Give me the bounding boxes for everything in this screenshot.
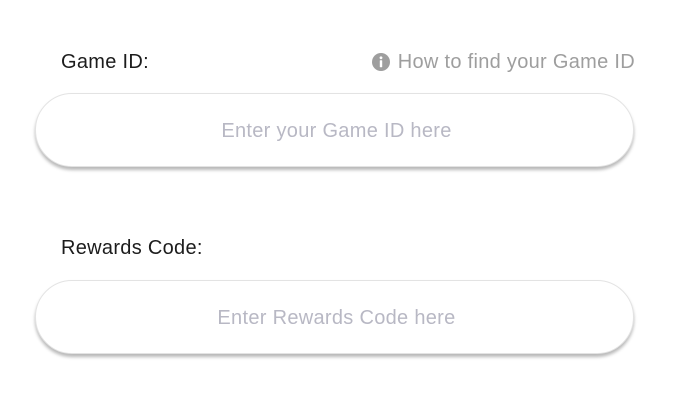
help-link-text: How to find your Game ID [397,51,635,73]
game-id-input[interactable] [36,94,637,168]
rewards-code-label: Rewards Code: [61,237,203,259]
game-id-input-container [35,93,637,168]
rewards-code-input-container [35,280,637,355]
rewards-code-input[interactable] [36,281,637,355]
info-icon [371,53,390,71]
game-id-label: Game ID: [61,51,149,73]
find-game-id-help-link[interactable]: How to find your Game ID [371,50,635,74]
